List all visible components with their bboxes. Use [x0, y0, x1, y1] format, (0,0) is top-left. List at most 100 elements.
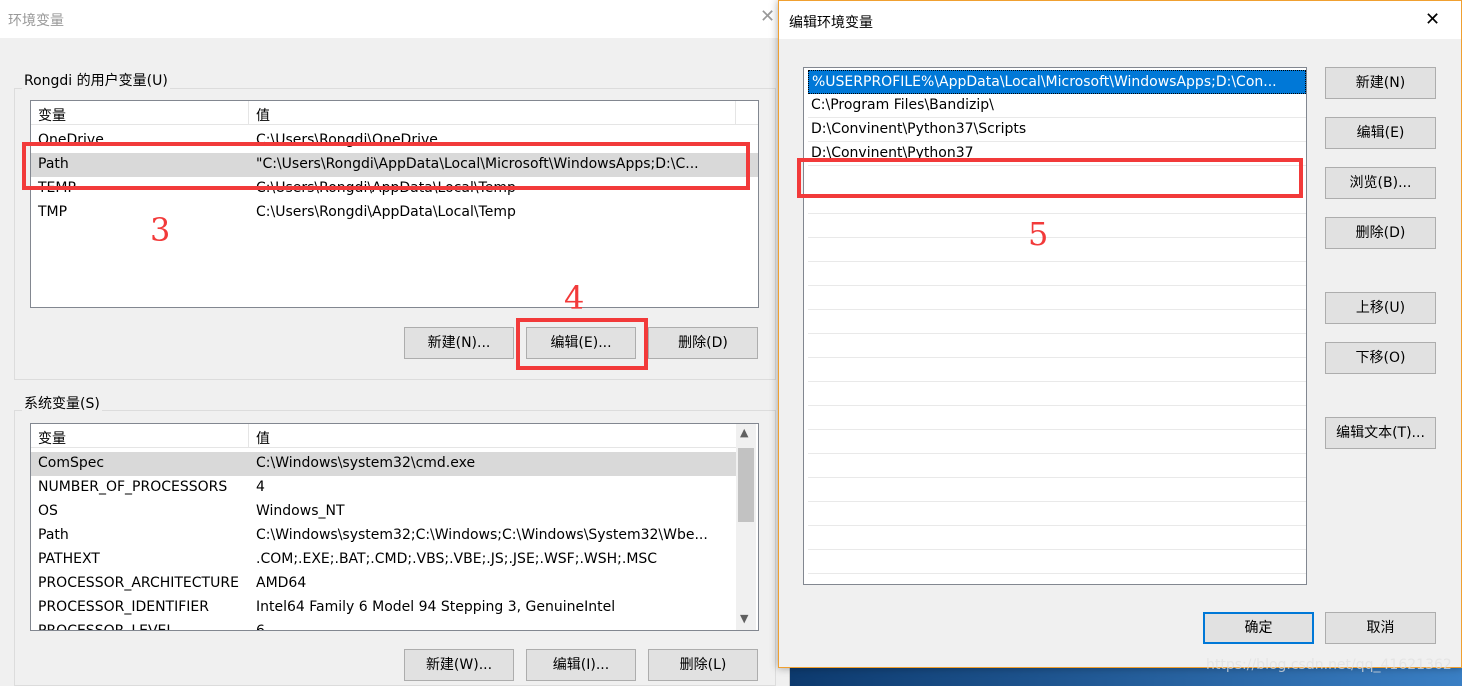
- path-move-up-button[interactable]: 上移(U): [1325, 292, 1436, 324]
- empty-row: [808, 430, 1306, 454]
- env-window-title: 环境变量: [8, 13, 64, 29]
- user-var-row[interactable]: TEMP C:\Users\Rongdi\AppData\Local\Temp: [31, 177, 758, 201]
- var-value: .COM;.EXE;.BAT;.CMD;.VBS;.VBE;.JS;.JSE;.…: [256, 551, 658, 567]
- column-header-value[interactable]: 值: [256, 105, 270, 125]
- system-var-row[interactable]: ComSpec C:\Windows\system32\cmd.exe: [31, 452, 736, 476]
- cancel-button[interactable]: 取消: [1325, 612, 1436, 644]
- var-value: 4: [256, 479, 265, 495]
- path-browse-button[interactable]: 浏览(B)...: [1325, 167, 1436, 199]
- var-value: 6: [256, 623, 265, 631]
- env-titlebar: 环境变量 ✕: [0, 0, 790, 38]
- path-entries-list[interactable]: %USERPROFILE%\AppData\Local\Microsoft\Wi…: [803, 67, 1307, 585]
- path-entry[interactable]: D:\Convinent\Python37: [808, 142, 1306, 166]
- system-edit-button[interactable]: 编辑(I)...: [526, 649, 636, 681]
- empty-row: [808, 358, 1306, 382]
- empty-row: [808, 190, 1306, 214]
- path-entry-text: D:\Convinent\Python37\Scripts: [811, 121, 1027, 137]
- system-vars-scrollbar[interactable]: ▲ ▼: [736, 424, 756, 630]
- system-new-button[interactable]: 新建(W)...: [404, 649, 514, 681]
- var-name: PROCESSOR_IDENTIFIER: [38, 599, 209, 615]
- user-new-button[interactable]: 新建(N)...: [404, 327, 514, 359]
- empty-row: [808, 382, 1306, 406]
- path-entry[interactable]: C:\Program Files\Bandizip\: [808, 94, 1306, 118]
- user-edit-button[interactable]: 编辑(E)...: [526, 327, 636, 359]
- system-var-row[interactable]: PATHEXT .COM;.EXE;.BAT;.CMD;.VBS;.VBE;.J…: [31, 548, 736, 572]
- user-var-row-path[interactable]: Path "C:\Users\Rongdi\AppData\Local\Micr…: [31, 153, 758, 177]
- path-new-button[interactable]: 新建(N): [1325, 67, 1436, 99]
- system-var-row[interactable]: NUMBER_OF_PROCESSORS 4: [31, 476, 736, 500]
- var-value: C:\Windows\system32\cmd.exe: [256, 455, 476, 471]
- user-vars-group-label: Rongdi 的用户变量(U): [22, 70, 170, 90]
- empty-row: [808, 502, 1306, 526]
- user-var-row[interactable]: TMP C:\Users\Rongdi\AppData\Local\Temp: [31, 201, 758, 225]
- annotation-step-3: 3: [150, 211, 171, 249]
- close-icon[interactable]: ✕: [1425, 9, 1440, 30]
- path-move-down-button[interactable]: 下移(O): [1325, 342, 1436, 374]
- var-value: AMD64: [256, 575, 307, 591]
- empty-row: [808, 478, 1306, 502]
- scrollbar-thumb[interactable]: [738, 448, 754, 522]
- system-var-row[interactable]: PROCESSOR_ARCHITECTURE AMD64: [31, 572, 736, 596]
- var-name: OneDrive: [38, 132, 104, 148]
- var-name: PATHEXT: [38, 551, 100, 567]
- var-name: TMP: [38, 204, 68, 220]
- ok-button[interactable]: 确定: [1203, 612, 1314, 644]
- var-name: ComSpec: [38, 455, 105, 471]
- user-vars-list[interactable]: 变量 值 OneDrive C:\Users\Rongdi\OneDrive P…: [30, 100, 759, 308]
- system-vars-list[interactable]: 变量 值 ComSpec C:\Windows\system32\cmd.exe…: [30, 423, 759, 631]
- var-value: Intel64 Family 6 Model 94 Stepping 3, Ge…: [256, 599, 616, 615]
- path-entry-text: D:\Convinent\Python37: [811, 145, 974, 161]
- var-value: C:\Users\Rongdi\OneDrive: [256, 132, 438, 148]
- path-delete-button[interactable]: 删除(D): [1325, 217, 1436, 249]
- edit-dialog-title: 编辑环境变量: [789, 15, 873, 31]
- system-var-row[interactable]: PROCESSOR_IDENTIFIER Intel64 Family 6 Mo…: [31, 596, 736, 620]
- system-var-row[interactable]: Path C:\Windows\system32;C:\Windows;C:\W…: [31, 524, 736, 548]
- environment-variables-window: 环境变量 ✕ Rongdi 的用户变量(U) 变量 值 OneDrive C:\…: [0, 0, 790, 686]
- scroll-down-icon[interactable]: ▼: [740, 612, 748, 625]
- close-icon[interactable]: ✕: [760, 6, 775, 27]
- var-name: PROCESSOR_ARCHITECTURE: [38, 575, 239, 591]
- var-name: Path: [38, 156, 69, 172]
- var-value: C:\Users\Rongdi\AppData\Local\Temp: [256, 204, 516, 220]
- empty-row: [808, 262, 1306, 286]
- empty-row: [808, 526, 1306, 550]
- path-entry-text: %USERPROFILE%\AppData\Local\Microsoft\Wi…: [812, 74, 1277, 90]
- column-header-value[interactable]: 值: [256, 428, 270, 448]
- var-value: C:\Windows\system32;C:\Windows;C:\Window…: [256, 527, 708, 543]
- empty-row: [808, 310, 1306, 334]
- annotation-step-4: 4: [564, 279, 585, 317]
- edit-dialog-titlebar: 编辑环境变量 ✕: [779, 1, 1461, 39]
- path-edit-button[interactable]: 编辑(E): [1325, 117, 1436, 149]
- column-header-variable[interactable]: 变量: [38, 105, 66, 125]
- var-value: C:\Users\Rongdi\AppData\Local\Temp: [256, 180, 516, 196]
- edit-env-var-dialog: 编辑环境变量 ✕ %USERPROFILE%\AppData\Local\Mic…: [778, 0, 1462, 668]
- var-value: Windows_NT: [256, 503, 345, 519]
- user-vars-header: 变量 值: [31, 101, 758, 125]
- annotation-step-5: 5: [1028, 215, 1049, 253]
- system-var-row[interactable]: OS Windows_NT: [31, 500, 736, 524]
- empty-row: [808, 214, 1306, 238]
- user-var-row[interactable]: OneDrive C:\Users\Rongdi\OneDrive: [31, 129, 758, 153]
- var-name: TEMP: [38, 180, 76, 196]
- var-name: PROCESSOR_LEVEL: [38, 623, 175, 631]
- watermark-text: https://blog.csdn.net/qq_41621362: [1206, 657, 1452, 673]
- empty-row: [808, 334, 1306, 358]
- var-name: Path: [38, 527, 69, 543]
- scroll-up-icon[interactable]: ▲: [740, 426, 748, 439]
- system-vars-group-label: 系统变量(S): [22, 393, 102, 413]
- empty-row: [808, 238, 1306, 262]
- system-delete-button[interactable]: 删除(L): [648, 649, 758, 681]
- system-vars-header: 变量 值: [31, 424, 736, 448]
- empty-row: [808, 454, 1306, 478]
- user-delete-button[interactable]: 删除(D): [648, 327, 758, 359]
- var-value: "C:\Users\Rongdi\AppData\Local\Microsoft…: [256, 156, 699, 172]
- path-edit-text-button[interactable]: 编辑文本(T)...: [1325, 417, 1436, 449]
- empty-row: [808, 406, 1306, 430]
- path-entry[interactable]: %USERPROFILE%\AppData\Local\Microsoft\Wi…: [808, 70, 1306, 94]
- var-name: OS: [38, 503, 58, 519]
- path-entry[interactable]: D:\Convinent\Python37\Scripts: [808, 118, 1306, 142]
- path-entry-text: C:\Program Files\Bandizip\: [811, 97, 994, 113]
- system-var-row[interactable]: PROCESSOR_LEVEL 6: [31, 620, 736, 631]
- new-path-entry-input[interactable]: [808, 166, 1306, 190]
- column-header-variable[interactable]: 变量: [38, 428, 66, 448]
